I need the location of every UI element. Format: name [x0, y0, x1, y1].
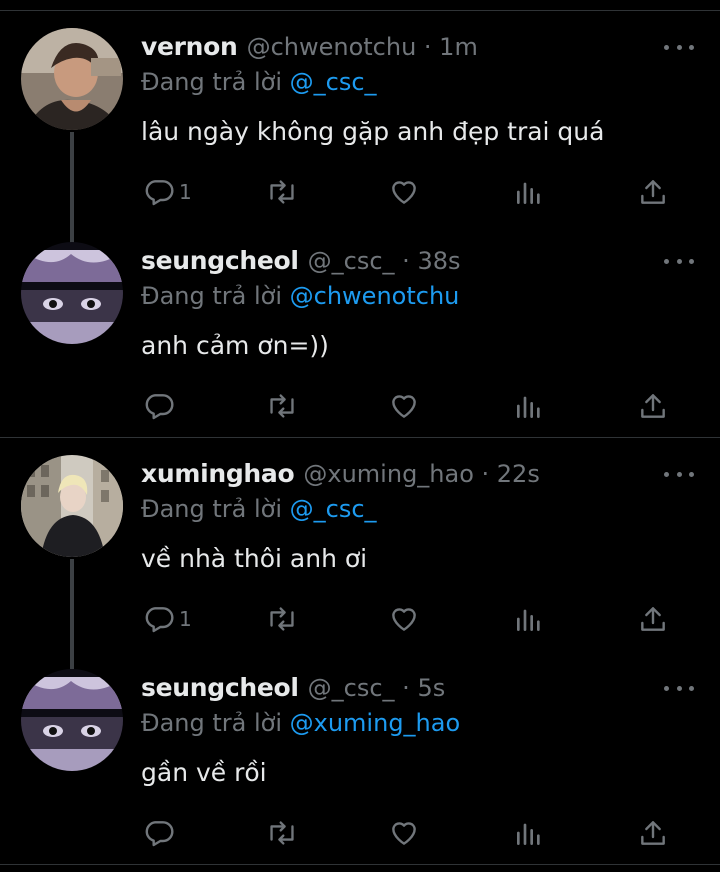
- more-icon[interactable]: [664, 40, 694, 54]
- replying-label: Đang trả lời: [141, 709, 290, 737]
- tweet-text: anh cảm ơn=)): [141, 331, 329, 360]
- like-button[interactable]: [388, 389, 420, 423]
- reply-count: 1: [179, 607, 192, 631]
- more-icon[interactable]: [664, 254, 694, 268]
- handle-and-time[interactable]: @_csc_ · 5s: [308, 674, 446, 702]
- share-icon: [641, 394, 665, 418]
- replying-mention[interactable]: @xuming_hao: [290, 709, 461, 737]
- views-icon: [517, 396, 540, 418]
- tweet-header: seungcheol @_csc_ · 5s: [141, 673, 445, 707]
- retweet-button[interactable]: [265, 389, 299, 423]
- reply-icon: [145, 821, 174, 847]
- display-name[interactable]: vernon: [141, 32, 238, 61]
- reply-button[interactable]: 1: [143, 602, 192, 636]
- heart-icon: [392, 395, 416, 418]
- like-button[interactable]: [388, 816, 420, 850]
- share-icon: [641, 821, 665, 845]
- tweet-text: gần về rồi: [141, 758, 267, 787]
- tweet-header: vernon @chwenotchu · 1m: [141, 32, 478, 66]
- share-button[interactable]: [637, 816, 669, 850]
- views-icon: [517, 823, 540, 845]
- heart-icon: [392, 822, 416, 845]
- reply-count: 1: [179, 180, 192, 204]
- share-icon: [641, 180, 665, 204]
- handle-and-time[interactable]: @_csc_ · 38s: [308, 247, 461, 275]
- reply-button[interactable]: 1: [143, 175, 192, 209]
- share-button[interactable]: [637, 389, 669, 423]
- more-icon[interactable]: [664, 467, 694, 481]
- replying-to: Đang trả lời @_csc_: [141, 68, 377, 96]
- replying-mention[interactable]: @_csc_: [290, 495, 377, 523]
- replying-mention[interactable]: @_csc_: [290, 68, 377, 96]
- display-name[interactable]: seungcheol: [141, 673, 299, 702]
- tweet-actions: [141, 389, 681, 423]
- handle-and-time[interactable]: @xuming_hao · 22s: [303, 460, 539, 488]
- tweet-actions: 1: [141, 175, 681, 209]
- retweet-icon: [270, 394, 294, 418]
- replying-label: Đang trả lời: [141, 282, 290, 310]
- reply-icon: [145, 180, 174, 206]
- views-button[interactable]: [514, 602, 544, 636]
- share-button[interactable]: [637, 175, 669, 209]
- top-divider: [0, 10, 720, 11]
- like-button[interactable]: [388, 175, 420, 209]
- reply-icon: [145, 394, 174, 420]
- tweet-text: lâu ngày không gặp anh đẹp trai quá: [141, 117, 605, 146]
- views-button[interactable]: [514, 389, 544, 423]
- views-button[interactable]: [514, 175, 544, 209]
- replying-to: Đang trả lời @xuming_hao: [141, 709, 460, 737]
- tweet-text: về nhà thôi anh ơi: [141, 544, 368, 573]
- reply-button[interactable]: [143, 389, 179, 423]
- tweet-header: xuminghao @xuming_hao · 22s: [141, 459, 540, 493]
- conversation-divider: [0, 437, 720, 438]
- thread-line: [70, 559, 74, 669]
- retweet-icon: [270, 821, 294, 845]
- avatar[interactable]: [21, 669, 123, 771]
- replying-label: Đang trả lời: [141, 495, 290, 523]
- avatar[interactable]: [21, 242, 123, 344]
- tweet-header: seungcheol @_csc_ · 38s: [141, 246, 460, 280]
- tweet-actions: 1: [141, 602, 681, 636]
- replying-label: Đang trả lời: [141, 68, 290, 96]
- display-name[interactable]: xuminghao: [141, 459, 295, 488]
- views-button[interactable]: [514, 816, 544, 850]
- avatar[interactable]: [21, 455, 123, 557]
- heart-icon: [392, 181, 416, 204]
- like-button[interactable]: [388, 602, 420, 636]
- heart-icon: [392, 608, 416, 631]
- share-icon: [641, 607, 665, 631]
- share-button[interactable]: [637, 602, 669, 636]
- replying-mention[interactable]: @chwenotchu: [290, 282, 460, 310]
- retweet-icon: [270, 607, 294, 631]
- display-name[interactable]: seungcheol: [141, 246, 299, 275]
- more-icon[interactable]: [664, 681, 694, 695]
- retweet-button[interactable]: [265, 602, 299, 636]
- handle-and-time[interactable]: @chwenotchu · 1m: [247, 33, 478, 61]
- retweet-button[interactable]: [265, 175, 299, 209]
- tweet-actions: [141, 816, 681, 850]
- retweet-button[interactable]: [265, 816, 299, 850]
- retweet-icon: [270, 180, 294, 204]
- avatar[interactable]: [21, 28, 123, 130]
- views-icon: [517, 182, 540, 204]
- reply-icon: [145, 607, 174, 633]
- views-icon: [517, 609, 540, 631]
- replying-to: Đang trả lời @chwenotchu: [141, 282, 459, 310]
- reply-button[interactable]: [143, 816, 179, 850]
- bottom-divider: [0, 864, 720, 865]
- replying-to: Đang trả lời @_csc_: [141, 495, 377, 523]
